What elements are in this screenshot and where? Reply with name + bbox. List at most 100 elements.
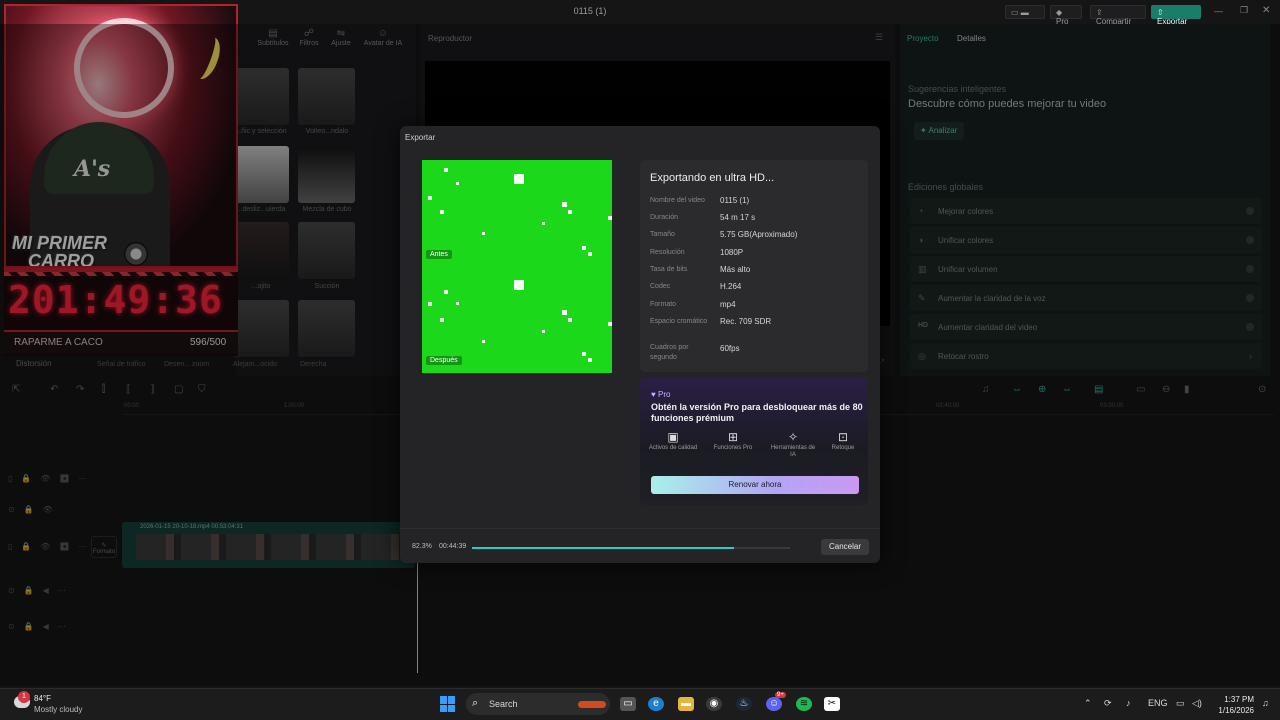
spotify-icon[interactable]: ≋	[796, 697, 812, 711]
grid-icon: ⊞	[727, 430, 739, 444]
preview-artifact	[542, 222, 545, 225]
feature-quality-assets: ▣ Activos de calidad	[648, 430, 698, 452]
export-heading: Exportando en ultra HD...	[650, 172, 775, 184]
pro-heading: Obtén la versión Pro para desbloquear má…	[651, 402, 863, 423]
export-info: Exportando en ultra HD... Nombre del vid…	[640, 160, 868, 372]
preview-artifact	[568, 318, 572, 322]
minimize-icon[interactable]: —	[1214, 6, 1223, 16]
info-value: 0115 (1)	[720, 196, 750, 205]
date: 1/16/2026	[1218, 706, 1254, 715]
info-value: Rec. 709 SDR	[720, 317, 772, 326]
diamond-icon: ◆	[1056, 8, 1063, 17]
cancel-button[interactable]: Cancelar	[821, 539, 869, 555]
weather-condition[interactable]: Mostly cloudy	[34, 705, 82, 714]
info-key: Cuadros por segundo	[650, 344, 689, 361]
windows-start-icon[interactable]	[440, 696, 456, 712]
notification-bell-icon[interactable]: ♫	[1262, 698, 1269, 708]
preview-artifact	[482, 340, 485, 343]
search-placeholder: Search	[489, 699, 518, 709]
feature-label: Retoque	[831, 445, 855, 451]
info-key: Resolución	[650, 249, 685, 256]
info-key: Codec	[650, 283, 671, 290]
capcut-icon[interactable]: ✂	[824, 697, 840, 711]
preview-artifact	[588, 252, 592, 256]
preview-artifact	[444, 290, 448, 294]
info-value: Más alto	[720, 265, 751, 274]
search-highlight-icon	[578, 701, 606, 708]
retouch-icon: ⊡	[837, 430, 849, 444]
chevron-up-icon[interactable]: ⌃	[1084, 698, 1092, 709]
info-key: Nombre del video	[650, 197, 705, 204]
pro-badge: ♥ Pro	[651, 390, 670, 399]
info-value: 60fps	[720, 344, 740, 353]
language-indicator[interactable]: ENG	[1148, 698, 1168, 708]
file-explorer-icon[interactable]: ▬	[678, 697, 694, 711]
info-key: Tasa de bits	[650, 266, 688, 273]
preview-artifact	[562, 310, 567, 315]
info-key: Tamaño	[650, 231, 675, 238]
share-button[interactable]: ⇪ Compartir	[1090, 5, 1146, 26]
export-preview: Antes Después	[422, 160, 612, 373]
obs-icon[interactable]: ◉	[706, 697, 722, 711]
maximize-icon[interactable]: ❐	[1240, 5, 1248, 16]
renew-button[interactable]: Renovar ahora	[651, 476, 859, 494]
preview-artifact	[588, 358, 592, 362]
preview-artifact	[440, 318, 444, 322]
clock[interactable]: 1:37 PM 1/16/2026	[1212, 694, 1254, 716]
temperature[interactable]: 84°F	[34, 694, 51, 703]
feature-pro-functions: ⊞ Funciones Pro	[708, 430, 758, 452]
after-label: Después	[426, 356, 462, 365]
dialog-title: Exportar	[405, 133, 436, 142]
preview-artifact	[542, 330, 545, 333]
before-label: Antes	[426, 250, 452, 259]
discord-icon[interactable]: ☺	[766, 697, 782, 711]
preview-artifact	[428, 302, 432, 306]
image-quality-icon: ▣	[667, 430, 679, 444]
task-view-icon[interactable]: ▭	[620, 697, 636, 711]
pro-button[interactable]: ◆ Pro	[1050, 5, 1082, 26]
feature-label: Activos de calidad	[648, 445, 698, 451]
preview-artifact	[608, 216, 612, 220]
feature-label: Funciones Pro	[713, 445, 753, 451]
time: 1:37 PM	[1224, 695, 1254, 704]
window-title: 0115 (1)	[573, 6, 607, 16]
search-icon: ⌕	[472, 697, 479, 709]
info-value: 54 m 17 s	[720, 213, 756, 222]
feature-ai-tools: ✧ Herramientas de IA	[768, 431, 818, 459]
weather-badge: 1	[18, 691, 30, 703]
preview-artifact	[456, 302, 459, 305]
preview-artifact	[582, 246, 586, 250]
info-value: 5.75 GB(Aproximado)	[720, 230, 798, 239]
preview-artifact	[456, 182, 459, 185]
steam-icon[interactable]: ♨	[736, 697, 752, 711]
progress-percent: 82.3%	[412, 543, 432, 550]
preview-artifact	[568, 210, 572, 214]
preview-artifact	[482, 232, 485, 235]
export-button[interactable]: ⇧ Exportar	[1151, 5, 1201, 26]
layout-button[interactable]: ▭ ▬	[1005, 5, 1045, 19]
sync-icon[interactable]: ⟳	[1104, 698, 1112, 709]
volume-icon[interactable]: ◁)	[1192, 698, 1202, 709]
preview-artifact	[428, 196, 432, 200]
export-dialog: Exportar Antes Después Exportando en ult…	[400, 126, 880, 563]
close-icon[interactable]: ✕	[1262, 5, 1270, 16]
network-icon[interactable]: ▭	[1176, 698, 1185, 709]
discord-notification-badge: 9+	[775, 692, 786, 698]
upload-icon: ⇧	[1157, 8, 1164, 17]
info-key: Duración	[650, 214, 679, 221]
info-value: H.264	[720, 282, 742, 291]
preview-artifact	[608, 322, 612, 326]
export-progress: 82.3% 00:44:39 Cancelar	[400, 528, 880, 563]
preview-artifact	[582, 352, 586, 356]
elapsed-time: 00:44:39	[439, 543, 467, 550]
progress-fill	[472, 547, 734, 549]
diamond-icon: ♥	[651, 390, 658, 399]
edge-icon[interactable]: e	[648, 697, 664, 711]
taskbar-search[interactable]: ⌕ Search	[466, 693, 610, 715]
microphone-icon[interactable]: ♪	[1126, 698, 1131, 708]
pro-badge-label: Pro	[657, 390, 671, 399]
share-icon: ⇪	[1096, 8, 1103, 17]
preview-artifact	[444, 168, 448, 172]
pro-upsell: ♥ Pro Obtén la versión Pro para desbloqu…	[640, 378, 868, 505]
info-key: Espacio cromático	[650, 318, 708, 325]
